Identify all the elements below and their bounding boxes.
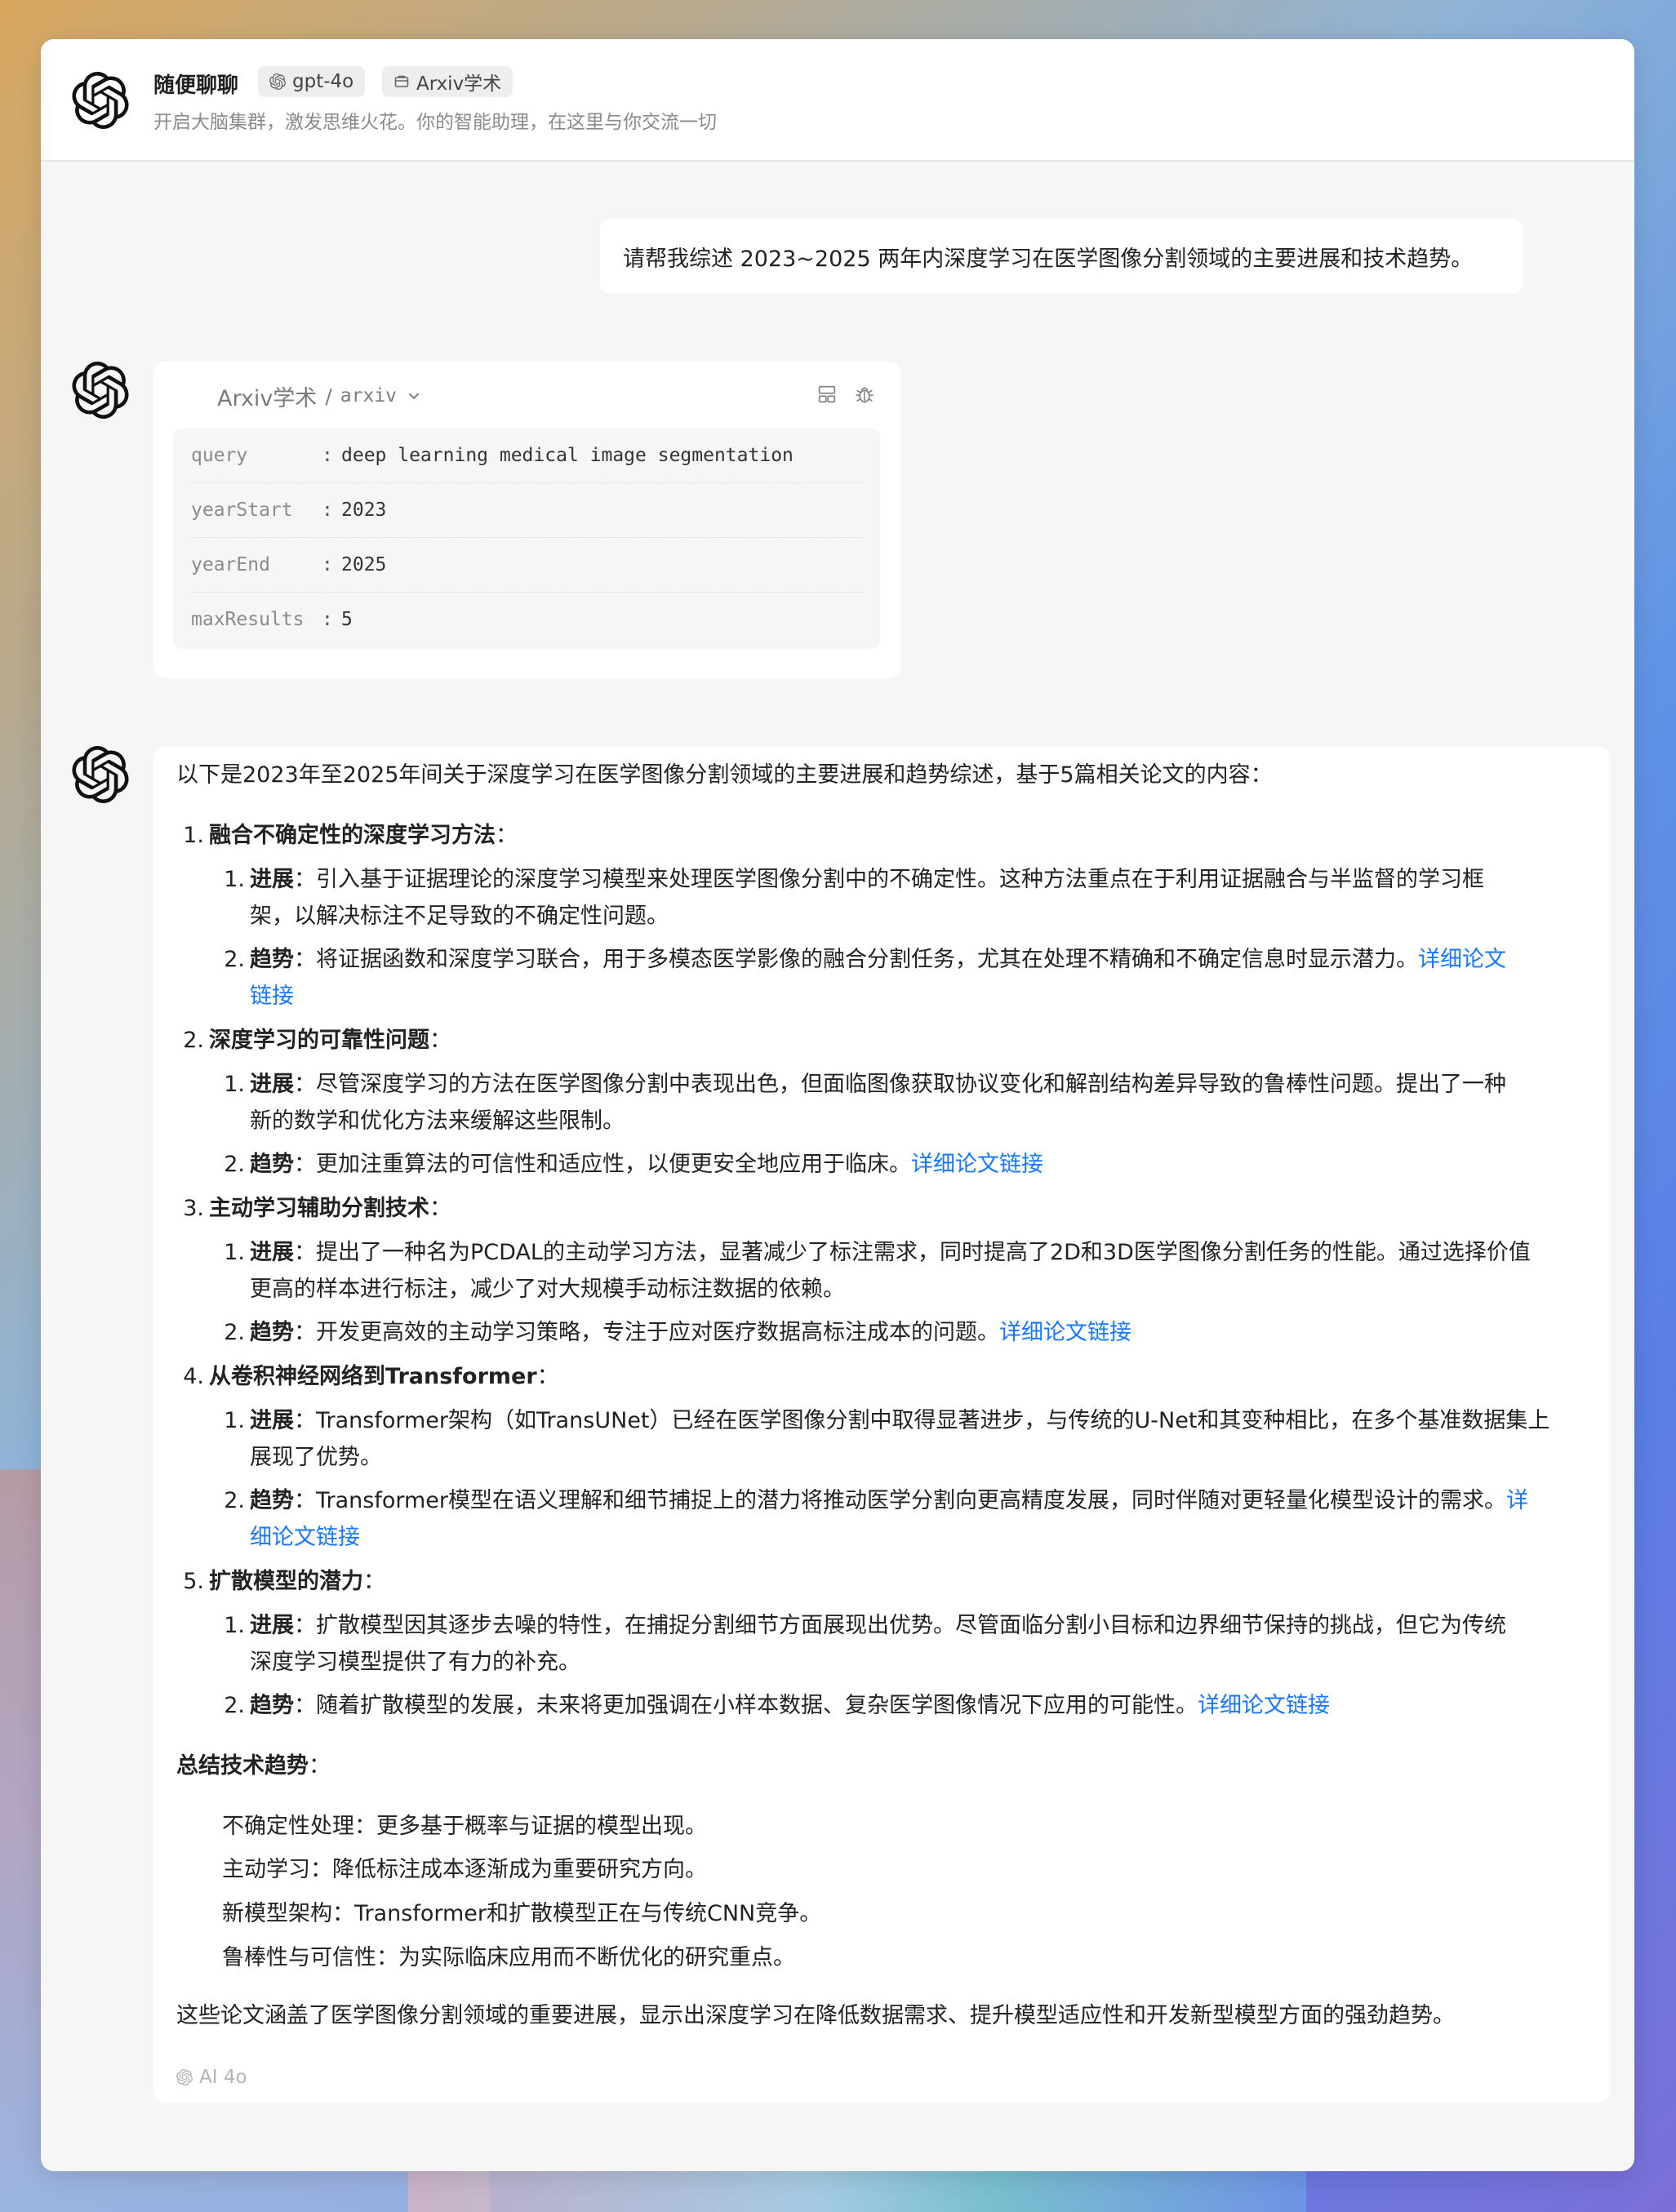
- trend-item-cont: 细论文链接: [250, 1521, 360, 1554]
- plugin-chip-label: Arxiv学术: [416, 73, 502, 95]
- openai-logo-icon: [72, 72, 129, 129]
- bug-icon[interactable]: [853, 383, 876, 406]
- summary-item: 鲁棒性与可信性：为实际临床应用而不断优化的研究重点。: [222, 1945, 795, 1970]
- progress-item-cont: 新的数学和优化方法来缓解这些限制。: [250, 1108, 625, 1134]
- param-value: 2023: [341, 500, 387, 521]
- progress-item-cont: 深度学习模型提供了有力的补充。: [250, 1650, 580, 1675]
- chat-title: 随便聊聊: [153, 73, 239, 98]
- model-chip-label: gpt-4o: [292, 71, 354, 92]
- trend-item: 2. 趋势：随着扩散模型的发展，未来将更加强调在小样本数据、复杂医学图像情况下应用…: [224, 1693, 1330, 1718]
- progress-item: 1. 进展：提出了一种名为PCDAL的主动学习方法，显著减少了标注需求，同时提高了…: [224, 1240, 1531, 1265]
- tool-actions: [816, 383, 876, 406]
- layout-grid-icon[interactable]: [816, 383, 838, 406]
- assistant-answer-card: 以下是2023年至2025年间关于深度学习在医学图像分割领域的主要进展和趋势综述…: [153, 746, 1610, 2103]
- progress-item: 1. 进展：引入基于证据理论的深度学习模型来处理医学图像分割中的不确定性。这种方法…: [224, 867, 1484, 892]
- user-message-text: 请帮我综述 2023~2025 两年内深度学习在医学图像分割领域的主要进展和技术…: [623, 246, 1474, 272]
- tool-separator: /: [325, 384, 332, 408]
- model-footer-label: AI 4o: [199, 2067, 247, 2088]
- paper-link[interactable]: 详: [1506, 1488, 1528, 1513]
- answer-intro: 以下是2023年至2025年间关于深度学习在医学图像分割领域的主要进展和趋势综述…: [176, 762, 1273, 788]
- assistant-avatar-icon: [72, 362, 129, 419]
- chevron-down-icon[interactable]: [405, 387, 423, 405]
- trend-item: 2. 趋势：Transformer模型在语义理解和细节捕捉上的潜力将推动医学分割向…: [224, 1488, 1529, 1513]
- chat-header: 随便聊聊 gpt-4o Arxiv学术 开启大脑集群，激发思维火花。你的智能助理…: [41, 39, 1634, 162]
- param-key: query: [191, 445, 248, 466]
- progress-item: 1. 进展：Transformer架构（如TransUNet）已经在医学图像分割中…: [224, 1408, 1550, 1433]
- summary-item: 主动学习：降低标注成本逐渐成为重要研究方向。: [222, 1857, 707, 1882]
- param-row: yearStart : 2023: [191, 483, 862, 538]
- summary-item: 不确定性处理：更多基于概率与证据的模型出现。: [222, 1814, 707, 1839]
- chat-subtitle: 开启大脑集群，激发思维火花。你的智能助理，在这里与你交流一切: [153, 112, 717, 133]
- plugin-chip[interactable]: Arxiv学术: [382, 66, 513, 97]
- paper-link[interactable]: 详细论文: [1418, 947, 1506, 972]
- trend-item-cont: 链接: [250, 980, 294, 1013]
- section-heading: 3. 主动学习辅助分割技术：: [183, 1196, 451, 1221]
- progress-item: 1. 进展：扩散模型因其逐步去噪的特性，在捕捉分割细节方面展现出优势。尽管面临分割…: [224, 1613, 1506, 1638]
- param-key: yearStart: [191, 500, 293, 521]
- tool-call-card: Arxiv学术 / arxiv query: deep learning me…: [153, 362, 900, 678]
- param-value: 5: [341, 609, 353, 630]
- trend-item: 2. 趋势：将证据函数和深度学习联合，用于多模态医学影像的融合分割任务，尤其在处理…: [224, 947, 1506, 972]
- summary-item: 新模型架构：Transformer和扩散模型正在与传统CNN竞争。: [222, 1901, 822, 1926]
- param-key: yearEnd: [191, 554, 270, 575]
- section-heading: 4. 从卷积神经网络到Transformer：: [183, 1364, 559, 1389]
- progress-item: 1. 进展：尽管深度学习的方法在医学图像分割中表现出色，但面临图像获取协议变化和解…: [224, 1072, 1506, 1097]
- paper-link[interactable]: 链接: [250, 984, 294, 1009]
- trend-item: 2. 趋势：开发更高效的主动学习策略，专注于应对医疗数据高标注成本的问题。详细论文…: [224, 1320, 1131, 1345]
- tool-identifier: arxiv: [340, 385, 397, 406]
- param-row: maxResults : 5: [191, 609, 353, 630]
- plugin-folder-icon: [394, 75, 409, 87]
- progress-item-cont: 更高的样本进行标注，减少了对大规模手动标注数据的依赖。: [250, 1277, 845, 1302]
- paper-link[interactable]: 详细论文链接: [911, 1152, 1043, 1177]
- model-footer-tag: AI 4o: [176, 2067, 247, 2088]
- param-value: deep learning medical image segmentation: [341, 445, 794, 466]
- paper-link[interactable]: 详细论文链接: [999, 1320, 1131, 1345]
- assistant-avatar-icon: [72, 746, 129, 803]
- openai-small-icon: [269, 73, 286, 90]
- section-heading: 2. 深度学习的可靠性问题：: [183, 1028, 451, 1053]
- paper-link[interactable]: 细论文链接: [250, 1525, 360, 1550]
- param-key: maxResults: [191, 609, 305, 630]
- answer-conclusion: 这些论文涵盖了医学图像分割领域的重要进展，显示出深度学习在降低数据需求、提升模型…: [176, 2003, 1455, 2028]
- openai-small-icon: [176, 2069, 193, 2085]
- section-heading: 5. 扩散模型的潜力：: [183, 1569, 385, 1594]
- progress-item-cont: 展现了优势。: [250, 1445, 382, 1470]
- tool-plugin-name: Arxiv学术: [217, 385, 318, 411]
- summary-title: 总结技术趋势：: [176, 1753, 331, 1779]
- param-row: yearEnd : 2025: [191, 538, 862, 593]
- trend-item: 2. 趋势：更加注重算法的可信性和适应性，以便更安全地应用于临床。详细论文链接: [224, 1152, 1043, 1177]
- tool-call-header[interactable]: Arxiv学术 / arxiv: [217, 380, 423, 412]
- section-heading: 1. 融合不确定性的深度学习方法：: [183, 823, 518, 848]
- tool-params-table: query : deep learning medical image segm…: [173, 429, 880, 649]
- param-row: query : deep learning medical image segm…: [191, 429, 862, 483]
- progress-item-cont: 架，以解决标注不足导致的不确定性问题。: [250, 904, 669, 929]
- user-message-bubble: 请帮我综述 2023~2025 两年内深度学习在医学图像分割领域的主要进展和技术…: [600, 219, 1523, 294]
- chat-window: 随便聊聊 gpt-4o Arxiv学术 开启大脑集群，激发思维火花。你的智能助理…: [41, 39, 1634, 2171]
- paper-link[interactable]: 详细论文链接: [1198, 1693, 1330, 1718]
- model-chip[interactable]: gpt-4o: [258, 66, 366, 97]
- param-value: 2025: [341, 554, 387, 575]
